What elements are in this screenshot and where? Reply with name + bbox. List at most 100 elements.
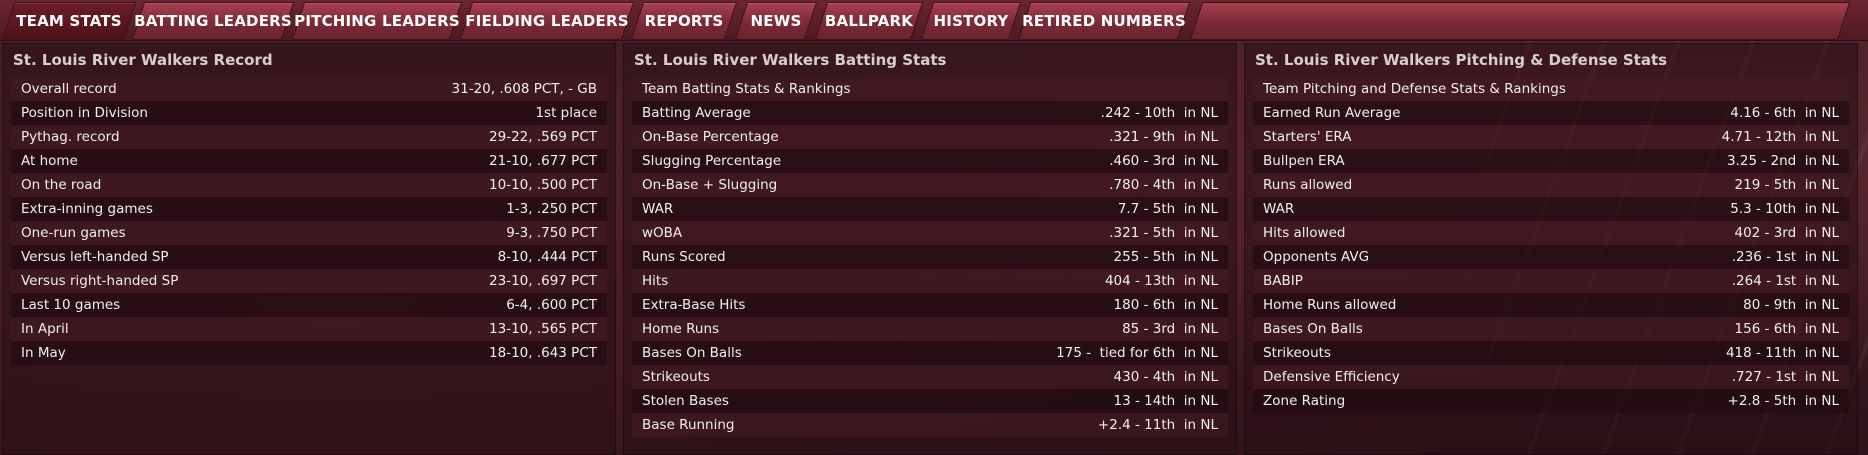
tab-label: PITCHING LEADERS xyxy=(294,12,460,30)
pitching-row: BABIP .264 - 1st in NL xyxy=(1253,269,1849,293)
subheader-label: Team Pitching and Defense Stats & Rankin… xyxy=(1263,81,1566,97)
record-row-road: On the road 10-10, .500 PCT xyxy=(11,173,607,197)
batting-row: On-Base Percentage .321 - 9th in NL xyxy=(632,125,1228,149)
row-value: 156 - 6th in NL xyxy=(1734,321,1839,337)
row-value: 175 - tied for 6th in NL xyxy=(1056,345,1218,361)
row-label: On-Base Percentage xyxy=(642,129,779,145)
batting-row: Stolen Bases 13 - 14th in NL xyxy=(632,389,1228,413)
row-label: Opponents AVG xyxy=(1263,249,1370,265)
row-label: Versus left-handed SP xyxy=(21,249,169,265)
row-label: Hits xyxy=(642,273,669,289)
row-value: +2.4 - 11th in NL xyxy=(1097,417,1218,433)
pitching-row: WAR 5.3 - 10th in NL xyxy=(1253,197,1849,221)
row-value: 80 - 9th in NL xyxy=(1743,297,1839,313)
row-label: WAR xyxy=(1263,201,1295,217)
row-label: Base Running xyxy=(642,417,735,433)
record-row-vs-rhsp: Versus right-handed SP 23-10, .697 PCT xyxy=(11,269,607,293)
batting-row: Strikeouts 430 - 4th in NL xyxy=(632,365,1228,389)
row-label: wOBA xyxy=(642,225,683,241)
batting-row: WAR 7.7 - 5th in NL xyxy=(632,197,1228,221)
row-label: Batting Average xyxy=(642,105,751,121)
record-rows: Overall record 31-20, .608 PCT, - GB Posi… xyxy=(11,77,607,365)
row-label: Bullpen ERA xyxy=(1263,153,1345,169)
row-label: Runs Scored xyxy=(642,249,726,265)
pitching-row: Bullpen ERA 3.25 - 2nd in NL xyxy=(1253,149,1849,173)
row-value: .727 - 1st in NL xyxy=(1731,369,1839,385)
row-value: .236 - 1st in NL xyxy=(1731,249,1839,265)
row-value: 4.16 - 6th in NL xyxy=(1730,105,1839,121)
row-value: 4.71 - 12th in NL xyxy=(1721,129,1839,145)
row-value: 3.25 - 2nd in NL xyxy=(1726,153,1839,169)
row-label: On-Base + Slugging xyxy=(642,177,778,193)
tab-history[interactable]: HISTORY xyxy=(920,2,1022,40)
pitching-row: Starters' ERA 4.71 - 12th in NL xyxy=(1253,125,1849,149)
row-value: 5.3 - 10th in NL xyxy=(1730,201,1839,217)
row-label: Last 10 games xyxy=(21,297,121,313)
row-value: 7.7 - 5th in NL xyxy=(1117,201,1218,217)
row-value: 180 - 6th in NL xyxy=(1113,297,1218,313)
row-value: 10-10, .500 PCT xyxy=(489,177,597,193)
tab-pitching-leaders[interactable]: PITCHING LEADERS xyxy=(291,2,463,40)
tab-reports[interactable]: REPORTS xyxy=(630,2,738,40)
pitching-row: Earned Run Average 4.16 - 6th in NL xyxy=(1253,101,1849,125)
batting-row: Slugging Percentage .460 - 3rd in NL xyxy=(632,149,1228,173)
record-row-one-run: One-run games 9-3, .750 PCT xyxy=(11,221,607,245)
tab-label: NEWS xyxy=(750,12,802,30)
record-row-pythag: Pythag. record 29-22, .569 PCT xyxy=(11,125,607,149)
batting-panel-title: St. Louis River Walkers Batting Stats xyxy=(634,51,947,69)
row-label: Starters' ERA xyxy=(1263,129,1352,145)
row-value: 418 - 11th in NL xyxy=(1725,345,1839,361)
tab-retired-numbers[interactable]: RETIRED NUMBERS xyxy=(1017,2,1191,40)
pitching-row: Defensive Efficiency .727 - 1st in NL xyxy=(1253,365,1849,389)
row-value: .321 - 5th in NL xyxy=(1109,225,1218,241)
tab-batting-leaders[interactable]: BATTING LEADERS xyxy=(131,2,295,40)
pitching-panel-title: St. Louis River Walkers Pitching & Defen… xyxy=(1255,51,1668,69)
row-value: 219 - 5th in NL xyxy=(1734,177,1839,193)
row-label: Zone Rating xyxy=(1263,393,1346,409)
row-label: Home Runs allowed xyxy=(1263,297,1397,313)
row-value: .780 - 4th in NL xyxy=(1109,177,1218,193)
row-label: Bases On Balls xyxy=(642,345,742,361)
tab-bar: TEAM STATS BATTING LEADERS PITCHING LEAD… xyxy=(0,0,1868,41)
tab-fielding-leaders[interactable]: FIELDING LEADERS xyxy=(459,2,635,40)
row-label: On the road xyxy=(21,177,102,193)
batting-row: On-Base + Slugging .780 - 4th in NL xyxy=(632,173,1228,197)
record-row-overall: Overall record 31-20, .608 PCT, - GB xyxy=(11,77,607,101)
tab-label: RETIRED NUMBERS xyxy=(1022,12,1186,30)
tab-news[interactable]: NEWS xyxy=(734,2,818,40)
tab-label: BATTING LEADERS xyxy=(134,12,292,30)
row-label: Hits allowed xyxy=(1263,225,1346,241)
row-label: In May xyxy=(21,345,66,361)
row-label: Runs allowed xyxy=(1263,177,1353,193)
row-label: One-run games xyxy=(21,225,126,241)
row-label: WAR xyxy=(642,201,674,217)
row-value: .242 - 10th in NL xyxy=(1100,105,1218,121)
row-label: Pythag. record xyxy=(21,129,120,145)
row-label: Extra-inning games xyxy=(21,201,153,217)
row-label: Versus right-handed SP xyxy=(21,273,179,289)
tab-team-stats[interactable]: TEAM STATS xyxy=(1,2,137,40)
batting-row: Runs Scored 255 - 5th in NL xyxy=(632,245,1228,269)
tab-label: HISTORY xyxy=(933,12,1009,30)
subheader-label: Team Batting Stats & Rankings xyxy=(642,81,851,97)
tab-ballpark[interactable]: BALLPARK xyxy=(814,2,924,40)
tab-label: BALLPARK xyxy=(824,12,914,30)
record-panel-title: St. Louis River Walkers Record xyxy=(13,51,273,69)
row-value: 9-3, .750 PCT xyxy=(506,225,597,241)
row-value: 255 - 5th in NL xyxy=(1113,249,1218,265)
record-row-division: Position in Division 1st place xyxy=(11,101,607,125)
row-value: 402 - 3rd in NL xyxy=(1734,225,1840,241)
batting-row: Base Running +2.4 - 11th in NL xyxy=(632,413,1228,437)
row-value: 404 - 13th in NL xyxy=(1104,273,1218,289)
row-value: 1-3, .250 PCT xyxy=(506,201,597,217)
row-label: In April xyxy=(21,321,69,337)
row-label: Strikeouts xyxy=(1263,345,1331,361)
record-row-last-10: Last 10 games 6-4, .600 PCT xyxy=(11,293,607,317)
batting-row: Hits 404 - 13th in NL xyxy=(632,269,1228,293)
row-value: +2.8 - 5th in NL xyxy=(1727,393,1839,409)
batting-row: Bases On Balls 175 - tied for 6th in NL xyxy=(632,341,1228,365)
pitching-row: Opponents AVG .236 - 1st in NL xyxy=(1253,245,1849,269)
row-value: .264 - 1st in NL xyxy=(1731,273,1839,289)
row-label: Home Runs xyxy=(642,321,720,337)
pitching-row: Strikeouts 418 - 11th in NL xyxy=(1253,341,1849,365)
